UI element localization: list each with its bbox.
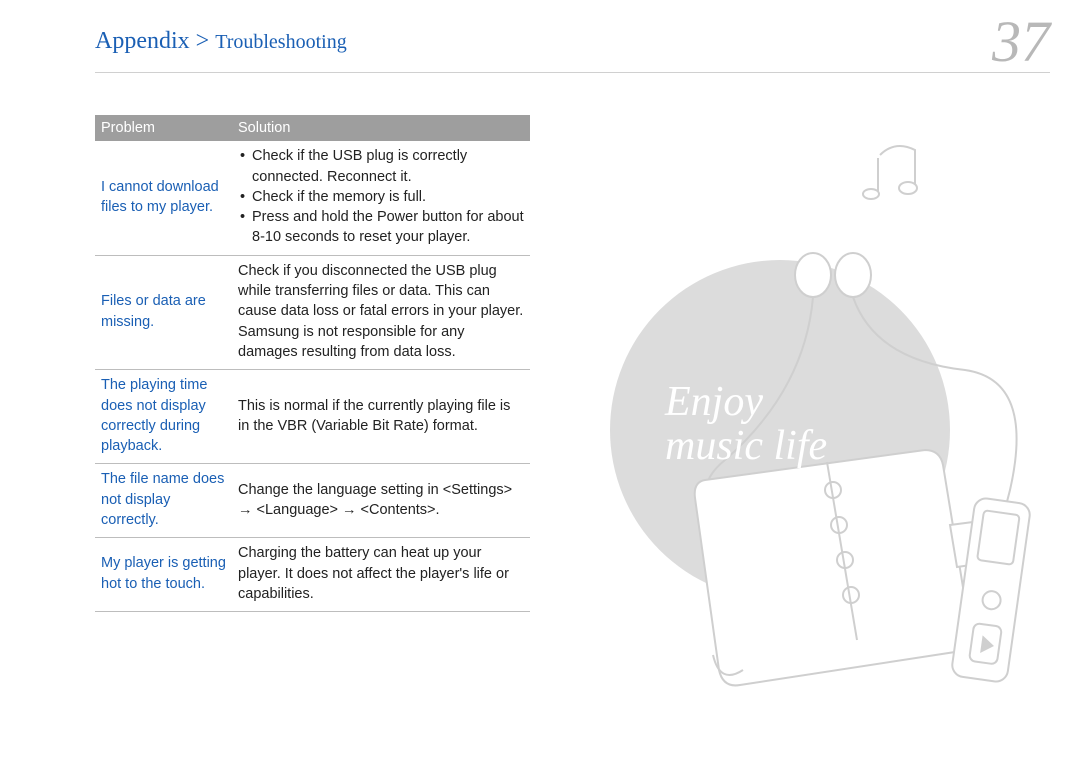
solution-cell: Change the language setting in <Settings… [232, 464, 530, 538]
problem-cell: I cannot download files to my player. [95, 141, 232, 255]
troubleshooting-table-container: Problem Solution I cannot download files… [95, 115, 530, 612]
problem-cell: Files or data are missing. [95, 255, 232, 369]
breadcrumb: Appendix > Troubleshooting [95, 28, 347, 55]
table-header-row: Problem Solution [95, 115, 530, 141]
table-row: The playing time does not display correc… [95, 370, 530, 464]
table-row: The file name does not display correctly… [95, 464, 530, 538]
solution-bullets: Check if the USB plug is correctly conne… [238, 146, 524, 247]
problem-cell: My player is getting hot to the touch. [95, 538, 232, 612]
col-header-problem: Problem [95, 115, 232, 141]
table-row: Files or data are missing. Check if you … [95, 255, 530, 369]
planner-icon [695, 450, 985, 685]
breadcrumb-sub: Troubleshooting [215, 31, 347, 53]
troubleshooting-table: Problem Solution I cannot download files… [95, 115, 530, 612]
col-header-solution: Solution [232, 115, 530, 141]
enjoy-line2: music life [665, 424, 827, 468]
page-number: 37 [992, 8, 1050, 75]
solution-cell: Check if you disconnected the USB plug w… [232, 255, 530, 369]
bullet-item: Check if the USB plug is correctly conne… [252, 146, 524, 187]
breadcrumb-main: Appendix [95, 28, 190, 54]
bullet-item: Check if the memory is full. [252, 187, 524, 207]
solution-cell: This is normal if the currently playing … [232, 370, 530, 464]
breadcrumb-sep: > [196, 28, 210, 54]
table-row: I cannot download files to my player. Ch… [95, 141, 530, 255]
bullet-item: Press and hold the Power button for abou… [252, 207, 524, 248]
enjoy-line1: Enjoy [665, 380, 827, 424]
enjoy-music-text: Enjoy music life [665, 380, 827, 468]
solution-cell: Charging the battery can heat up your pl… [232, 538, 530, 612]
solution-cell: Check if the USB plug is correctly conne… [232, 141, 530, 255]
table-row: My player is getting hot to the touch. C… [95, 538, 530, 612]
enjoy-music-illustration: Enjoy music life [595, 130, 1055, 700]
problem-cell: The file name does not display correctly… [95, 464, 232, 538]
header-divider [95, 72, 1050, 73]
music-notes-icon [863, 146, 917, 199]
problem-cell: The playing time does not display correc… [95, 370, 232, 464]
